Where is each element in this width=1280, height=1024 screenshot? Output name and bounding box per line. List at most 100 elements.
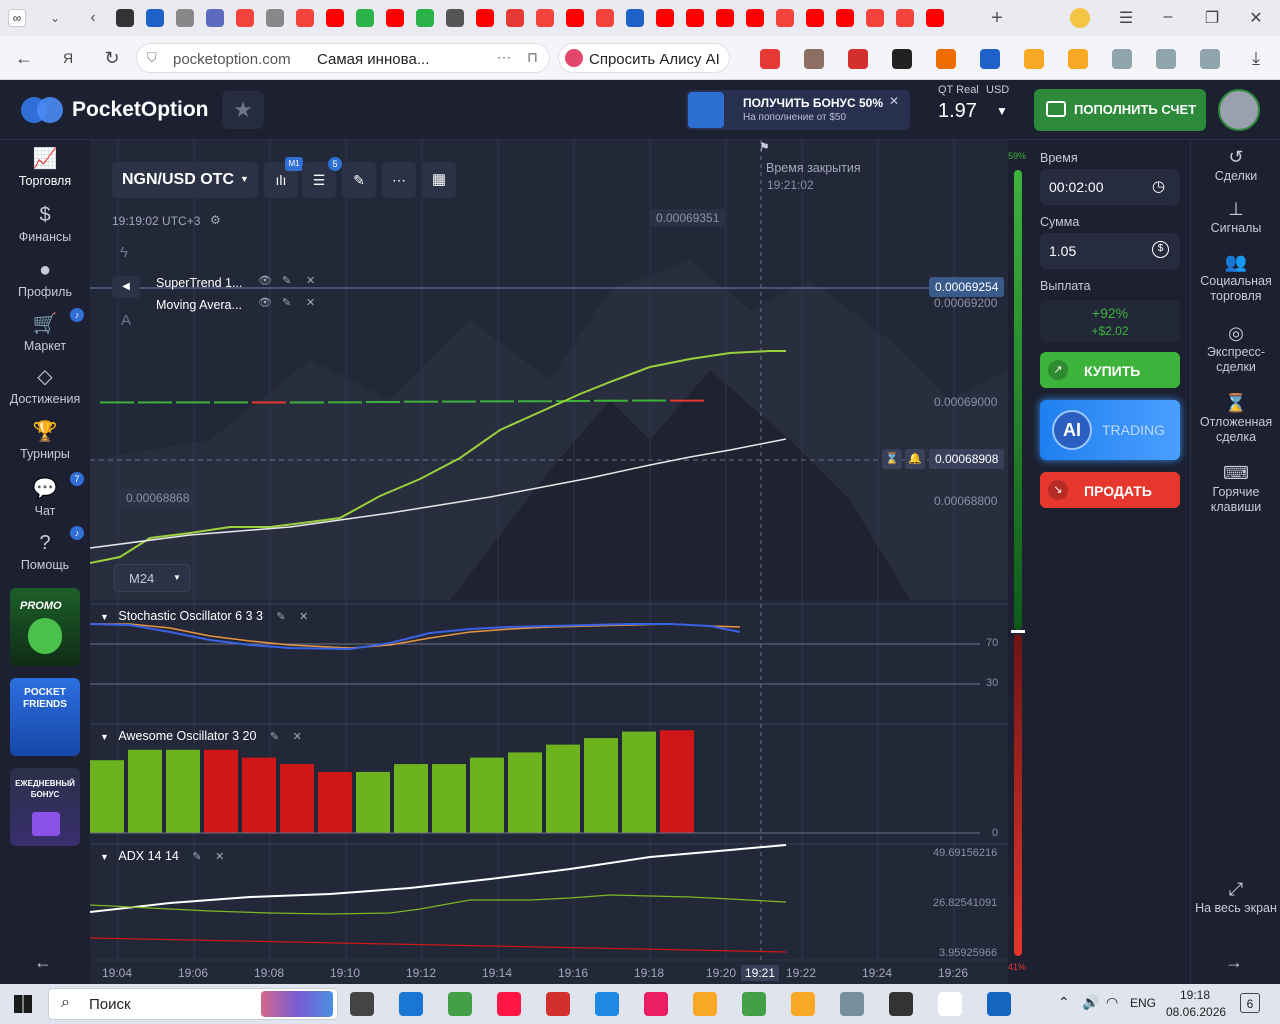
tab-favicon-icon[interactable] bbox=[746, 9, 764, 27]
edit-icon[interactable]: ✎ bbox=[282, 274, 291, 287]
notifications-icon[interactable]: 6 bbox=[1240, 993, 1260, 1013]
download-icon[interactable]: ⤓ bbox=[1244, 46, 1268, 70]
infinity-icon[interactable]: ∞ bbox=[8, 9, 26, 27]
tab-favicon-icon[interactable] bbox=[926, 9, 944, 27]
chart-area[interactable]: NGN/USD OTC ▼ ılı M1 ☰ 5 ✎ ⋯ ▦ 19:19:02 … bbox=[90, 140, 1008, 984]
nav-express[interactable]: ◎ Экспресс-сделки bbox=[1191, 324, 1280, 375]
taskbar-app-icon[interactable] bbox=[350, 992, 374, 1016]
nav-trading[interactable]: 📈 Торговля bbox=[0, 148, 90, 188]
tab-favicon-icon[interactable] bbox=[896, 9, 914, 27]
taskbar-app-icon[interactable] bbox=[840, 992, 864, 1016]
close-bonus-icon[interactable]: ✕ bbox=[889, 94, 899, 108]
nav-tournaments[interactable]: 🏆 Турниры bbox=[0, 421, 90, 461]
more-icon[interactable]: ⋯ bbox=[497, 49, 511, 66]
tab-favicon-icon[interactable] bbox=[596, 9, 614, 27]
ai-trading-button[interactable]: AI TRADING bbox=[1040, 400, 1180, 460]
bonus-banner[interactable]: ПОЛУЧИТЬ БОНУС 50% На пополнение от $50 … bbox=[686, 90, 910, 130]
tab-favicon-icon[interactable] bbox=[656, 9, 674, 27]
layout-button[interactable]: ▦ bbox=[422, 162, 456, 198]
edit-icon[interactable]: ✎ bbox=[276, 611, 285, 623]
tab-favicon-icon[interactable] bbox=[206, 9, 224, 27]
delete-icon[interactable]: ✕ bbox=[293, 731, 302, 743]
extension-icon[interactable] bbox=[1112, 49, 1132, 69]
collapse-icon[interactable]: ▼ bbox=[100, 732, 109, 742]
delete-icon[interactable]: ✕ bbox=[306, 274, 315, 287]
windows-start-icon[interactable] bbox=[14, 995, 32, 1013]
tab-favicon-icon[interactable] bbox=[716, 9, 734, 27]
tab-favicon-icon[interactable] bbox=[686, 9, 704, 27]
taskbar-app-icon[interactable] bbox=[742, 992, 766, 1016]
taskbar-app-icon[interactable] bbox=[399, 992, 423, 1016]
lightning-icon[interactable]: ϟ bbox=[120, 244, 128, 261]
nav-profile[interactable]: ● Профиль bbox=[0, 259, 90, 299]
extension-icon[interactable] bbox=[1200, 49, 1220, 69]
lang-indicator[interactable]: ENG bbox=[1130, 996, 1156, 1010]
volume-icon[interactable]: 🔊 bbox=[1082, 994, 1099, 1011]
tab-favicon-icon[interactable] bbox=[146, 9, 164, 27]
tray-date[interactable]: 08.06.2026 bbox=[1166, 1005, 1226, 1019]
eye-icon[interactable]: 👁 bbox=[258, 274, 272, 287]
text-tool-icon[interactable]: A bbox=[121, 312, 131, 329]
menu-icon[interactable]: ☰ bbox=[1116, 8, 1136, 28]
extension-icon[interactable] bbox=[760, 49, 780, 69]
back-tab-icon[interactable]: ‹ bbox=[84, 9, 102, 27]
tab-favicon-icon[interactable] bbox=[356, 9, 374, 27]
extension-icon[interactable] bbox=[848, 49, 868, 69]
tab-favicon-icon[interactable] bbox=[536, 9, 554, 27]
tab-favicon-icon[interactable] bbox=[836, 9, 854, 27]
collapse-icon[interactable]: ▼ bbox=[100, 852, 109, 862]
taskbar-app-icon[interactable] bbox=[497, 992, 521, 1016]
restore-icon[interactable]: ❐ bbox=[1202, 8, 1222, 28]
taskbar-app-icon[interactable] bbox=[938, 992, 962, 1016]
collapse-indicators-icon[interactable]: ◀ bbox=[112, 276, 140, 298]
balance-selector[interactable]: QT Real USD 1.97 ▼ bbox=[932, 82, 1022, 138]
chart-canvas[interactable] bbox=[90, 140, 1008, 984]
profile-icon[interactable] bbox=[1070, 8, 1090, 28]
reload-icon[interactable]: ↻ bbox=[100, 46, 124, 70]
asset-selector[interactable]: NGN/USD OTC ▼ bbox=[112, 162, 258, 198]
tab-favicon-icon[interactable] bbox=[116, 9, 134, 27]
avatar[interactable] bbox=[1218, 89, 1260, 131]
tab-favicon-icon[interactable] bbox=[566, 9, 584, 27]
extension-icon[interactable] bbox=[892, 49, 912, 69]
collapse-icon[interactable]: ▼ bbox=[100, 612, 109, 622]
taskbar-app-icon[interactable] bbox=[546, 992, 570, 1016]
taskbar-app-icon[interactable] bbox=[595, 992, 619, 1016]
tab-favicon-icon[interactable] bbox=[506, 9, 524, 27]
promo-card[interactable]: PROMO bbox=[10, 588, 80, 666]
arrow-right-icon[interactable]: → bbox=[1225, 952, 1243, 973]
tab-favicon-icon[interactable] bbox=[266, 9, 284, 27]
deposit-button[interactable]: ПОПОЛНИТЬ СЧЕТ bbox=[1034, 89, 1206, 131]
extension-icon[interactable] bbox=[1156, 49, 1176, 69]
back-icon[interactable]: ← bbox=[12, 46, 36, 70]
amount-input[interactable]: 1.05 $ bbox=[1040, 233, 1180, 269]
daily-bonus-card[interactable]: ЕЖЕДНЕВНЫЙ БОНУС bbox=[10, 768, 80, 846]
tray-time[interactable]: 19:18 bbox=[1180, 988, 1210, 1002]
nav-social[interactable]: 👥 Социальная торговля bbox=[1191, 253, 1280, 304]
bell-icon[interactable]: 🔔 bbox=[905, 449, 925, 469]
edit-icon[interactable]: ✎ bbox=[282, 296, 291, 309]
delete-icon[interactable]: ✕ bbox=[299, 611, 308, 623]
eye-icon[interactable]: 👁 bbox=[258, 296, 272, 309]
taskbar-app-icon[interactable] bbox=[791, 992, 815, 1016]
tab-favicon-icon[interactable] bbox=[176, 9, 194, 27]
minimize-icon[interactable]: – bbox=[1158, 8, 1178, 28]
yandex-icon[interactable]: Я bbox=[56, 46, 80, 70]
collapse-arrow-icon[interactable]: ← bbox=[34, 952, 52, 973]
tab-favicon-icon[interactable] bbox=[626, 9, 644, 27]
tab-favicon-icon[interactable] bbox=[236, 9, 254, 27]
nav-fullscreen[interactable]: ⤢ На весь экран bbox=[1191, 880, 1280, 916]
time-input[interactable]: 00:02:00 ◷ bbox=[1040, 169, 1180, 205]
taskbar-search[interactable]: ⌕ Поиск bbox=[48, 988, 338, 1020]
tab-favicon-icon[interactable] bbox=[296, 9, 314, 27]
hourglass-icon[interactable]: ⌛ bbox=[882, 449, 902, 469]
more-button[interactable]: ⋯ bbox=[382, 162, 416, 198]
nav-achievements[interactable]: ◇ Достижения bbox=[0, 366, 90, 406]
settings-icon[interactable]: ⚙ bbox=[210, 213, 221, 227]
tab-favicon-icon[interactable] bbox=[326, 9, 344, 27]
nav-signals[interactable]: ⊥ Сигналы bbox=[1191, 200, 1280, 236]
favorite-button[interactable]: ★ bbox=[222, 91, 264, 129]
tab-favicon-icon[interactable] bbox=[776, 9, 794, 27]
taskbar-app-icon[interactable] bbox=[693, 992, 717, 1016]
sell-button[interactable]: ↘ ПРОДАТЬ bbox=[1040, 472, 1180, 508]
